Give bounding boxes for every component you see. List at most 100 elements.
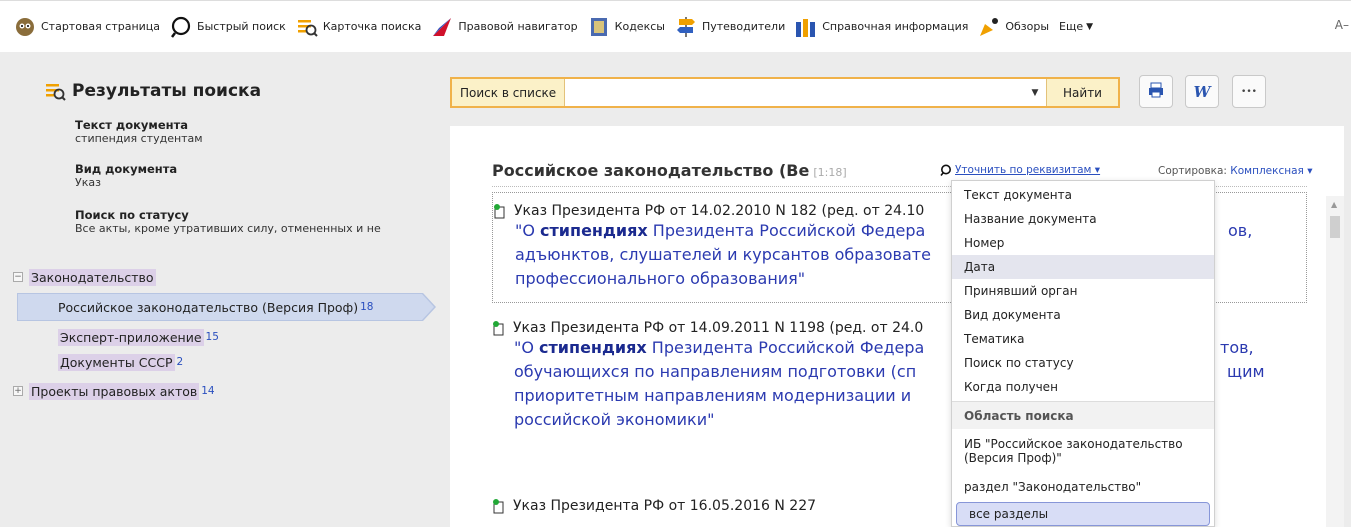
- more-actions-button[interactable]: •••: [1232, 75, 1266, 108]
- search-card-icon: [44, 80, 66, 102]
- document-icon: [493, 203, 507, 219]
- find-button[interactable]: Найти: [1046, 79, 1118, 106]
- menu-item-date[interactable]: Дата: [952, 255, 1214, 279]
- scroll-thumb[interactable]: [1330, 216, 1340, 238]
- refine-by-attributes[interactable]: Уточнить по реквизитам ▾: [940, 164, 1100, 176]
- search-icon: [940, 164, 951, 176]
- toolbar-label: Справочная информация: [822, 20, 969, 33]
- sort-prefix: Сортировка:: [1158, 165, 1227, 177]
- toolbar-label: Кодексы: [614, 20, 665, 33]
- search-history-dropdown[interactable]: ▼: [1024, 79, 1046, 106]
- ellipsis-icon: •••: [1241, 86, 1257, 97]
- doc-link-text: "О: [514, 338, 540, 357]
- toolbar-reference[interactable]: Справочная информация: [795, 16, 968, 38]
- criterion: Вид документа Указ: [75, 162, 178, 190]
- doc-link-text: российской экономики": [514, 410, 715, 429]
- tree-item-expert-app[interactable]: Эксперт-приложение 15: [58, 326, 219, 348]
- toolbar-guides[interactable]: Путеводители: [675, 16, 785, 38]
- tree-item-label: Российское законодательство (Версия Проф…: [58, 299, 359, 315]
- toolbar-label: Карточка поиска: [322, 20, 422, 33]
- list-search: Поиск в списке ▼ Найти: [450, 77, 1120, 108]
- toolbar-quick-search[interactable]: Быстрый поиск: [170, 16, 286, 38]
- toolbar-label: Стартовая страница: [41, 20, 161, 33]
- menu-item-doc-text[interactable]: Текст документа: [952, 183, 1214, 207]
- document-icon: [492, 498, 506, 514]
- collapse-icon[interactable]: −: [13, 272, 23, 282]
- sort-control[interactable]: Сортировка: Комплексная ▾: [1158, 165, 1312, 177]
- tree-group-drafts[interactable]: + Проекты правовых актов 14: [0, 380, 215, 402]
- doc-title: Указ Президента РФ от 14.02.2010 N 182 (…: [514, 203, 925, 219]
- tree-item-count: 2: [176, 356, 184, 368]
- top-toolbar: Стартовая страница Быстрый поиск Карточк…: [0, 0, 1351, 52]
- criterion: Текст документа стипендия студентам: [75, 118, 203, 146]
- toolbar-label: Быстрый поиск: [197, 20, 286, 33]
- menu-scope-all[interactable]: все разделы: [956, 502, 1210, 526]
- doc-link-text: тов,: [1220, 338, 1254, 357]
- menu-scope-ib[interactable]: ИБ "Российское законодательство (Версия …: [952, 431, 1214, 471]
- criterion-heading: Вид документа: [75, 162, 178, 176]
- sort-value[interactable]: Комплексная ▾: [1230, 165, 1312, 177]
- menu-item-status[interactable]: Поиск по статусу: [952, 351, 1214, 375]
- tree-group-label: Проекты правовых актов: [29, 382, 200, 400]
- tree-item-label: Эксперт-приложение: [58, 328, 204, 346]
- tree-item-russian-legislation[interactable]: Российское законодательство (Версия Проф…: [17, 293, 436, 321]
- export-word-button[interactable]: W: [1185, 75, 1219, 108]
- refine-menu: Текст документа Название документа Номер…: [951, 180, 1215, 527]
- search-input[interactable]: [565, 79, 1024, 106]
- menu-item-topic[interactable]: Тематика: [952, 327, 1214, 351]
- doc-link-text: обучающихся по направлениям подготовки (…: [514, 362, 917, 381]
- search-icon: [170, 16, 192, 38]
- menu-scope-text: ИБ "Российское законодательство: [964, 437, 1183, 451]
- word-icon: W: [1193, 82, 1211, 101]
- doc-link-text: ов,: [1228, 221, 1253, 240]
- reference-icon: [795, 16, 817, 38]
- toolbar-start-page[interactable]: Стартовая страница: [14, 16, 160, 38]
- menu-item-doc-type[interactable]: Вид документа: [952, 303, 1214, 327]
- print-button[interactable]: [1139, 75, 1173, 108]
- tree-group-label: Законодательство: [29, 268, 156, 286]
- menu-item-number[interactable]: Номер: [952, 231, 1214, 255]
- doc-link[interactable]: "О стипендиях Президента Российской Феде…: [514, 336, 1265, 432]
- toolbar-label: Еще: [1059, 20, 1084, 33]
- guides-icon: [675, 16, 697, 38]
- doc-header: Указ Президента РФ от 14.09.2011 N 1198 …: [492, 320, 924, 336]
- toolbar-legal-navigator[interactable]: Правовой навигатор: [431, 16, 578, 38]
- menu-item-issuing-body[interactable]: Принявший орган: [952, 279, 1214, 303]
- doc-link-text: "О: [515, 221, 541, 240]
- results-title: Результаты поиска: [44, 80, 261, 102]
- menu-item-received[interactable]: Когда получен: [952, 375, 1214, 399]
- toolbar-label: Обзоры: [1005, 20, 1050, 33]
- results-title-text: Результаты поиска: [72, 81, 262, 101]
- tree-group-legislation[interactable]: − Законодательство: [0, 266, 156, 288]
- results-list-title: Российское законодательство (Ве [1:18]: [492, 161, 847, 180]
- search-label: Поиск в списке: [452, 79, 566, 106]
- menu-item-doc-name[interactable]: Название документа: [952, 207, 1214, 231]
- criterion-heading: Текст документа: [75, 118, 188, 132]
- owl-icon: [14, 16, 36, 38]
- scrollbar[interactable]: ▲: [1326, 196, 1344, 527]
- printer-icon: [1148, 82, 1164, 102]
- scroll-up-icon[interactable]: ▲: [1331, 200, 1337, 209]
- refine-label: Уточнить по реквизитам ▾: [955, 164, 1101, 176]
- doc-link-text: приоритетным направлениям модернизации и: [514, 386, 912, 405]
- tree-item-count: 18: [360, 301, 374, 313]
- doc-link-text: Президента Российской Федера: [647, 221, 926, 240]
- toolbar-reviews[interactable]: Обзоры: [978, 16, 1049, 38]
- doc-link-text: Президента Российской Федера: [646, 338, 925, 357]
- reviews-icon: [978, 16, 1000, 38]
- criterion-value: Указ: [75, 176, 101, 189]
- expand-icon[interactable]: +: [13, 386, 23, 396]
- font-size-toggle[interactable]: А–: [1335, 18, 1349, 32]
- menu-scope-section[interactable]: раздел "Законодательство": [952, 475, 1214, 499]
- tree-item-ussr-docs[interactable]: Документы СССР 2: [58, 351, 183, 373]
- tree-item-label: Документы СССР: [58, 353, 175, 371]
- criterion-value: стипендия студентам: [75, 132, 203, 145]
- results-list-title-text: Российское законодательство (Ве: [492, 161, 810, 180]
- criterion-value: Все акты, кроме утративших силу, отменен…: [75, 222, 381, 235]
- toolbar-more[interactable]: Еще ▼: [1059, 20, 1093, 33]
- toolbar-search-card[interactable]: Карточка поиска: [296, 16, 422, 38]
- doc-link-text: профессионального образования": [515, 269, 806, 288]
- doc-link[interactable]: "О стипендиях Президента Российской Феде…: [515, 219, 1252, 291]
- chevron-down-icon: ▼: [1086, 21, 1094, 32]
- toolbar-codes[interactable]: Кодексы: [588, 16, 665, 38]
